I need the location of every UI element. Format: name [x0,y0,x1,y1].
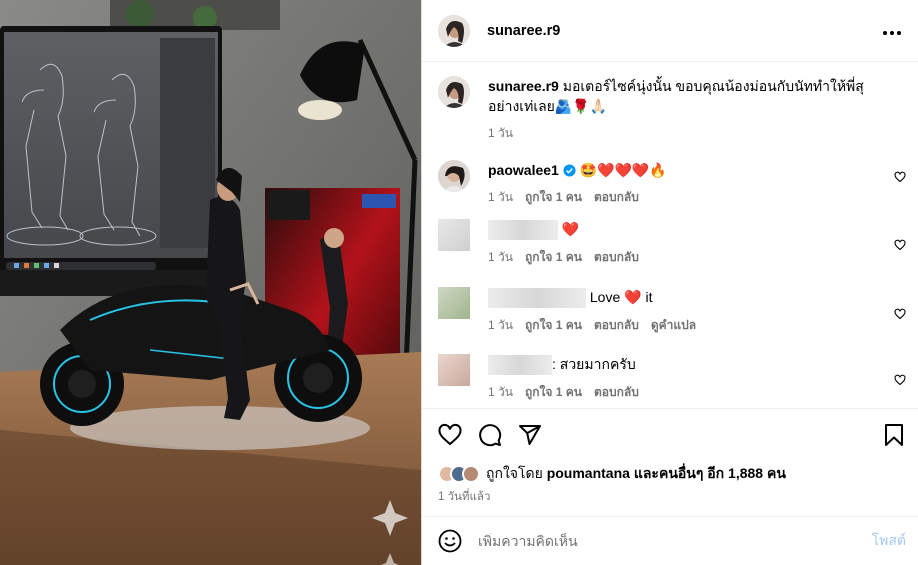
avatar [462,465,480,483]
post-detail-panel: sunaree.r9 sunaree.r9 มอเตอร์ไซค์นุ่งนั้… [421,0,918,565]
like-comment-heart-icon[interactable] [894,238,906,251]
more-horizontal-icon[interactable] [882,20,902,41]
comment-avatar[interactable] [438,287,470,319]
verified-badge-icon [563,162,576,178]
comment-text: : สวยมากครับ [552,356,636,372]
reply-button[interactable]: ตอบกลับ [594,383,639,402]
post-actions-bar [422,408,918,462]
comment-item: ❤️ 1 วัน ถูกใจ 1 คน ตอบกลับ [438,219,906,267]
save-bookmark-icon[interactable] [882,423,906,447]
blurred-username [488,355,552,376]
comment-composer: โพสต์ [422,516,918,565]
comment-bubble-icon[interactable] [478,423,502,447]
comment-input[interactable] [478,533,872,549]
caption-time[interactable]: 1 วัน [488,124,513,143]
liker-username[interactable]: poumantana [547,465,630,481]
like-comment-heart-icon[interactable] [894,373,906,386]
comment-likes-count[interactable]: ถูกใจ 1 คน [525,188,582,207]
comments-list[interactable]: sunaree.r9 มอเตอร์ไซค์นุ่งนั้น ขอบคุณน้อ… [422,63,918,408]
comment-time[interactable]: 1 วัน [488,188,513,207]
comment-time[interactable]: 1 วัน [488,248,513,267]
post-image[interactable] [0,0,421,565]
share-send-icon[interactable] [518,423,542,447]
see-translation-button[interactable]: ดูคำแปล [651,316,696,335]
comment-username[interactable]: paowalee1 [488,162,559,178]
comment-time[interactable]: 1 วัน [488,316,513,335]
comment-item: : สวยมากครับ 1 วัน ถูกใจ 1 คน ตอบกลับ [438,354,906,402]
comment-avatar[interactable] [438,160,470,192]
author-avatar[interactable] [438,14,470,47]
caption: sunaree.r9 มอเตอร์ไซค์นุ่งนั้น ขอบคุณน้อ… [438,76,906,143]
comment-likes-count[interactable]: ถูกใจ 1 คน [525,383,582,402]
reply-button[interactable]: ตอบกลับ [594,316,639,335]
comment-text: Love ❤️ it [589,289,653,305]
post-timestamp[interactable]: 1 วันที่แล้ว [438,488,490,506]
caption-avatar[interactable] [438,76,470,108]
emoji-smiley-icon[interactable] [438,529,462,553]
comment-likes-count[interactable]: ถูกใจ 1 คน [525,316,582,335]
author-username[interactable]: sunaree.r9 [487,23,560,39]
like-comment-heart-icon[interactable] [894,307,906,320]
comment-text: ❤️ [561,221,580,237]
likes-others[interactable]: และคนอื่นๆ อีก 1,888 คน [634,465,786,481]
reply-button[interactable]: ตอบกลับ [594,188,639,207]
comment-avatar[interactable] [438,354,470,386]
comment-item: paowalee1 🤩❤️❤️❤️🔥 1 วัน ถูกใจ 1 คน ตอบก… [438,160,906,207]
comment-text: 🤩❤️❤️❤️🔥 [579,162,667,178]
blurred-username [488,220,558,241]
like-comment-heart-icon[interactable] [894,170,906,183]
comment-avatar[interactable] [438,219,470,251]
like-heart-icon[interactable] [438,423,462,447]
caption-username[interactable]: sunaree.r9 [488,78,559,94]
likes-summary[interactable]: ถูกใจโดย poumantana และคนอื่นๆ อีก 1,888… [438,462,902,486]
reply-button[interactable]: ตอบกลับ [594,248,639,267]
post-comment-button[interactable]: โพสต์ [872,530,906,552]
comment-time[interactable]: 1 วัน [488,383,513,402]
comment-item: Love ❤️ it 1 วัน ถูกใจ 1 คน ตอบกลับ ดูคำ… [438,287,906,335]
comment-likes-count[interactable]: ถูกใจ 1 คน [525,248,582,267]
liker-avatars [438,465,480,483]
likes-prefix: ถูกใจโดย [486,465,543,481]
post-header: sunaree.r9 [422,0,918,62]
blurred-username [488,288,586,309]
